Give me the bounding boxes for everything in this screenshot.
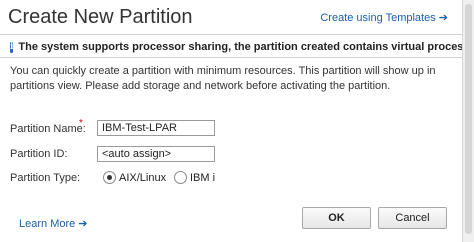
required-marker: * [79, 118, 83, 129]
learn-more-link[interactable]: Learn More ➔ [19, 217, 88, 230]
radio-aix-linux[interactable]: AIX/Linux [103, 171, 166, 184]
ok-button[interactable]: OK [302, 207, 371, 229]
info-text: The system supports processor sharing, t… [18, 41, 474, 53]
radio-aix-linux-button[interactable] [103, 171, 116, 184]
partition-id-label: Partition ID: [10, 148, 68, 160]
radio-ibm-i[interactable]: IBM i [174, 171, 215, 184]
dialog-title: Create New Partition [8, 6, 193, 28]
description-text: You can quickly create a partition with … [10, 65, 436, 92]
radio-aix-linux-label: AIX/Linux [119, 171, 167, 184]
cancel-button[interactable]: Cancel [378, 207, 447, 229]
partition-type-label: Partition Type: [10, 172, 81, 184]
create-partition-dialog: Create New Partition Create using Templa… [0, 0, 474, 242]
partition-id-input[interactable] [97, 146, 215, 162]
info-icon: i [10, 41, 14, 53]
scroll-thumb[interactable] [465, 4, 472, 234]
create-using-templates-link[interactable]: Create using Templates ➔ [320, 11, 448, 24]
radio-ibm-i-button[interactable] [174, 171, 187, 184]
partition-name-input[interactable] [97, 120, 215, 136]
radio-ibm-i-label: IBM i [190, 171, 216, 184]
scrollbar[interactable] [462, 0, 474, 242]
info-banner: i The system supports processor sharing,… [10, 40, 474, 54]
title-divider [0, 34, 462, 35]
partition-name-label: Partition Name: [10, 123, 86, 135]
info-divider [0, 57, 462, 58]
